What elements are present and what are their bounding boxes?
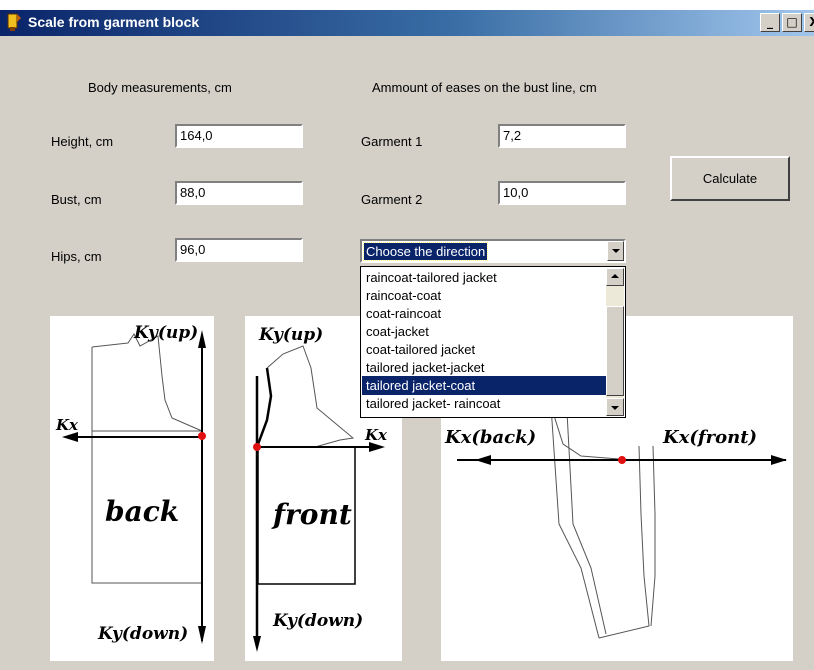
direction-option[interactable]: coat-jacket — [362, 322, 606, 341]
close-button[interactable]: X — [804, 13, 814, 32]
garment1-label: Garment 1 — [361, 134, 423, 149]
scrollbar-thumb[interactable] — [606, 306, 624, 396]
front-kx-label: Kx — [364, 426, 388, 444]
back-ky-down-label: Ky(down) — [97, 624, 188, 644]
back-ky-up-label: Ky(up) — [133, 323, 198, 343]
direction-option[interactable]: raincoat-tailored jacket — [362, 268, 606, 287]
combo-dropdown-button[interactable] — [607, 241, 624, 261]
back-kx-label: Kx — [55, 416, 79, 434]
front-ky-down-label: Ky(down) — [272, 611, 363, 631]
chevron-down-icon — [611, 406, 619, 410]
scroll-down-button[interactable] — [606, 398, 624, 416]
sleeve-origin-point — [618, 456, 626, 464]
back-origin-point — [198, 432, 206, 440]
height-input[interactable]: 164,0 — [175, 124, 303, 148]
direction-option[interactable]: coat-raincoat — [362, 304, 606, 323]
direction-option[interactable]: tailored jacket- raincoat — [362, 394, 606, 413]
eases-header: Ammount of eases on the bust line, cm — [372, 80, 597, 95]
bust-label: Bust, cm — [51, 192, 102, 207]
sleeve-kx-back-label: Kx(back) — [444, 427, 536, 448]
back-name-label: back — [105, 495, 179, 528]
direction-selected-value: Choose the direction — [362, 242, 489, 261]
window-title: Scale from garment block — [28, 14, 200, 30]
app-icon — [7, 13, 21, 31]
body-measurements-header: Body measurements, cm — [88, 80, 232, 95]
front-ky-up-label: Ky(up) — [258, 325, 323, 345]
direction-option-highlighted[interactable]: tailored jacket-coat — [362, 376, 606, 395]
calculate-button[interactable]: Calculate — [670, 156, 790, 201]
front-name-label: front — [271, 498, 352, 531]
direction-dropdown-list[interactable]: raincoat-tailored jacket raincoat-coat c… — [360, 266, 626, 418]
direction-combobox[interactable]: Choose the direction — [360, 239, 626, 263]
back-diagram-panel: Ky(up) Kx back Ky(down) — [50, 316, 214, 661]
garment1-input[interactable]: 7,2 — [498, 124, 626, 148]
hips-label: Hips, cm — [51, 249, 102, 264]
back-pattern-drawing: Ky(up) Kx back Ky(down) — [55, 323, 206, 644]
garment2-label: Garment 2 — [361, 192, 423, 207]
sleeve-kx-front-label: Kx(front) — [662, 427, 757, 448]
direction-option[interactable]: tailored jacket-jacket — [362, 358, 606, 377]
front-origin-point — [253, 443, 261, 451]
chevron-up-icon — [611, 274, 619, 278]
title-bar[interactable]: Scale from garment block _ □ X — [0, 10, 814, 36]
minimize-button[interactable]: _ — [760, 13, 780, 32]
maximize-button[interactable]: □ — [782, 13, 802, 32]
height-label: Height, cm — [51, 134, 114, 149]
app-window: Scale from garment block _ □ X Body meas… — [0, 10, 814, 670]
scroll-up-button[interactable] — [606, 268, 624, 286]
garment2-input[interactable]: 10,0 — [498, 181, 626, 205]
chevron-down-icon — [612, 249, 620, 253]
direction-option[interactable]: coat-tailored jacket — [362, 340, 606, 359]
dropdown-scrollbar[interactable] — [606, 268, 624, 416]
direction-option[interactable]: raincoat-coat — [362, 286, 606, 305]
bust-input[interactable]: 88,0 — [175, 181, 303, 205]
hips-input[interactable]: 96,0 — [175, 238, 303, 262]
